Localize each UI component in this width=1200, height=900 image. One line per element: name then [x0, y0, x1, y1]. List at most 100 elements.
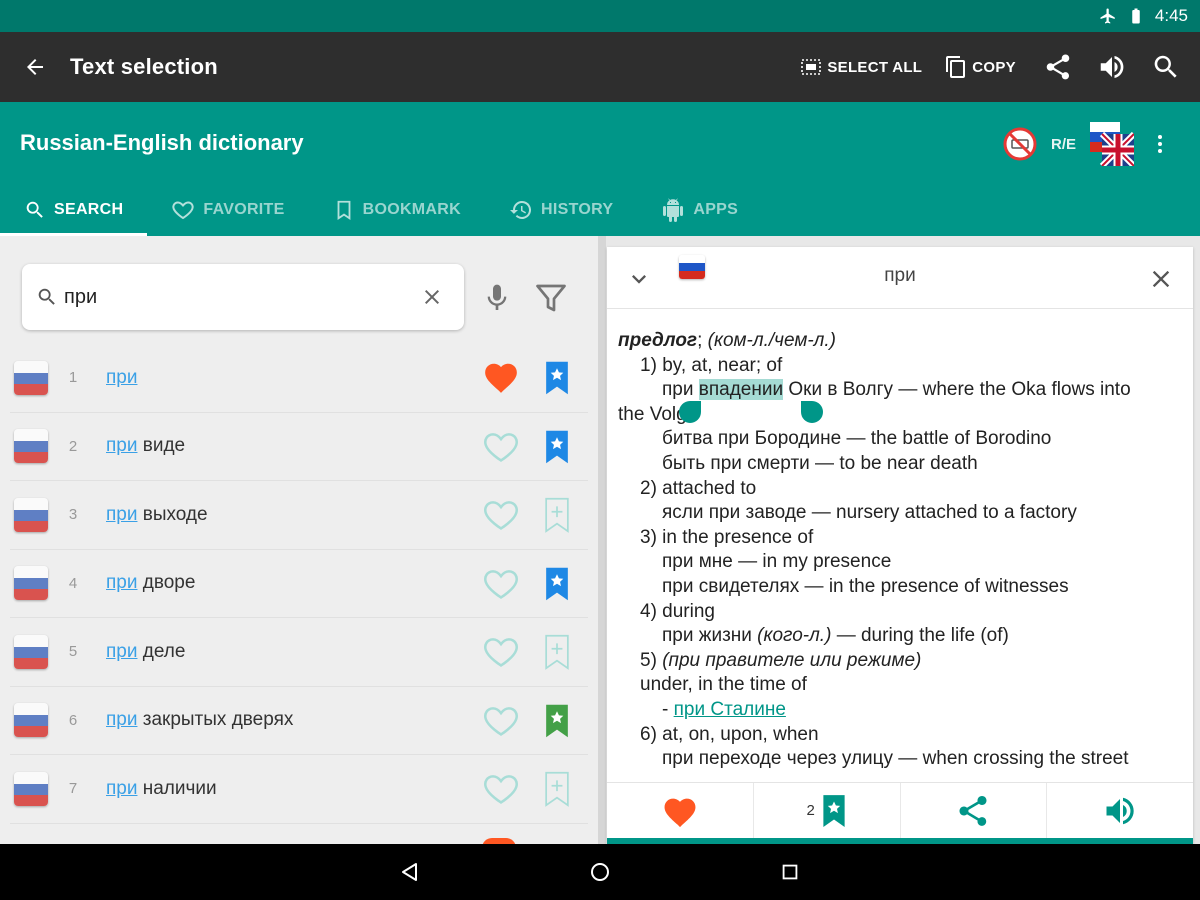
clear-search-button[interactable] — [412, 277, 452, 317]
tab-label: SEARCH — [54, 201, 124, 218]
example-text: при жизни — [662, 625, 758, 647]
share-entry-button[interactable] — [901, 783, 1048, 838]
word-rest: виде — [137, 435, 186, 457]
triangle-back-icon — [402, 863, 417, 881]
volume-icon — [1100, 56, 1124, 78]
bookmark-button[interactable]: 2 — [754, 783, 901, 838]
pos-note: (ком-л./чем-л.) — [707, 330, 836, 351]
bookmark-add-icon[interactable] — [544, 495, 570, 535]
nav-back-button[interactable] — [390, 852, 430, 892]
bookmark-icon[interactable] — [544, 564, 570, 604]
entry-body[interactable]: предлог; (ком-л./чем-л.) 1) by, at, near… — [618, 329, 1188, 779]
heart-outline-icon[interactable] — [482, 496, 520, 534]
tab-label: APPS — [693, 201, 739, 218]
pronounce-button[interactable] — [1047, 783, 1193, 838]
example: битва при Бородине — the battle of Borod… — [662, 428, 1052, 450]
entry-headword: при — [884, 265, 916, 286]
search-button[interactable] — [1146, 47, 1186, 87]
selected-text[interactable]: впадении — [698, 379, 784, 401]
card-header: при — [607, 247, 1193, 309]
result-row[interactable]: 5 при деле — [10, 618, 588, 687]
example-text: при — [662, 379, 699, 401]
favorite-button[interactable] — [607, 783, 754, 838]
tab-bookmark[interactable]: BOOKMARK — [309, 184, 485, 236]
result-number: 4 — [68, 574, 78, 592]
heart-outline-icon[interactable] — [482, 702, 520, 740]
bookmark-add-icon[interactable] — [544, 632, 570, 672]
circle-home-icon — [591, 863, 609, 881]
square-recents-icon — [782, 864, 798, 880]
sense-4: 4) during — [640, 600, 715, 622]
direction-label[interactable]: R/E — [1051, 136, 1076, 153]
search-box[interactable]: при — [22, 264, 464, 330]
select-all-button[interactable]: SELECT ALL — [799, 55, 922, 79]
panel-divider[interactable] — [598, 236, 606, 844]
match-prefix: при — [106, 503, 138, 525]
close-icon[interactable] — [1147, 265, 1175, 293]
language-flags-icon[interactable] — [1090, 122, 1134, 166]
nav-recents-button[interactable] — [770, 852, 810, 892]
share-icon — [1046, 54, 1070, 80]
no-ads-icon[interactable] — [1003, 127, 1037, 161]
tab-history[interactable]: HISTORY — [485, 184, 637, 236]
sense-number: 5) — [640, 649, 657, 671]
heart-outline-icon[interactable] — [482, 565, 520, 603]
russian-flag-icon — [14, 634, 48, 669]
result-row[interactable]: 1 при — [10, 344, 588, 413]
result-row[interactable]: 3 при выходе — [10, 481, 588, 550]
tab-search[interactable]: SEARCH — [0, 184, 148, 236]
bookmark-add-icon[interactable] — [544, 769, 570, 809]
heart-outline-icon[interactable] — [482, 633, 520, 671]
example: при переходе через улицу — when crossing… — [662, 748, 1129, 770]
search-input[interactable]: при — [64, 286, 412, 309]
bookmark-icon — [823, 794, 845, 827]
tab-apps[interactable]: APPS — [637, 184, 762, 236]
nav-home-button[interactable] — [580, 852, 620, 892]
word-rest: дворе — [137, 572, 196, 594]
selection-start-handle[interactable] — [679, 401, 701, 423]
copy-button[interactable]: COPY — [944, 55, 1016, 79]
filter-button[interactable] — [530, 276, 572, 320]
russian-flag-icon — [14, 429, 48, 464]
result-row[interactable]: 2 при виде — [10, 413, 588, 481]
example: при жизни (кого-л.) — during the life (o… — [618, 624, 1188, 649]
tab-label: HISTORY — [541, 201, 614, 218]
share-button[interactable] — [1038, 47, 1078, 87]
more-menu-icon[interactable] — [1148, 129, 1172, 159]
dash: - — [662, 698, 674, 720]
result-row[interactable]: 4 при дворе — [10, 550, 588, 618]
result-number: 6 — [68, 711, 78, 729]
heart-outline-icon[interactable] — [482, 428, 520, 466]
result-row[interactable]: 7 при наличии — [10, 755, 588, 824]
sense-3: 3) in the presence of — [640, 526, 814, 548]
result-row[interactable]: 6 при закрытых дверях — [10, 687, 588, 755]
copy-icon — [946, 56, 966, 78]
bookmark-icon[interactable] — [544, 701, 570, 741]
result-number: 7 — [68, 780, 78, 798]
bookmark-icon[interactable] — [544, 427, 570, 467]
android-icon — [663, 198, 684, 222]
sense-1: 1) by, at, near; of — [618, 354, 1188, 379]
part-of-speech-line: предлог; (ком-л./чем-л.) — [618, 330, 836, 351]
russian-flag-icon — [14, 497, 48, 532]
speaker-button[interactable] — [1092, 47, 1132, 87]
bookmark-icon[interactable] — [544, 358, 570, 398]
selection-end-handle[interactable] — [801, 401, 823, 423]
heart-outline-icon[interactable] — [482, 770, 520, 808]
battery-icon — [1132, 8, 1140, 24]
russian-flag-icon — [14, 360, 48, 395]
cross-reference-link[interactable]: при Сталине — [674, 699, 786, 720]
example: при мне — in my presence — [662, 551, 892, 573]
example: при свидетелях — in the presence of witn… — [662, 575, 1069, 597]
voice-search-button[interactable] — [478, 276, 516, 320]
back-button[interactable] — [0, 32, 70, 102]
bookmark-count: 2 — [806, 802, 815, 819]
result-number: 3 — [68, 506, 78, 524]
search-icon — [1154, 55, 1177, 78]
tab-favorite[interactable]: FAVORITE — [147, 184, 308, 236]
match-prefix: при — [106, 366, 138, 388]
copy-label: COPY — [972, 58, 1016, 76]
heart-icon[interactable] — [482, 359, 520, 397]
action-bar-title: Text selection — [70, 54, 218, 79]
example-note: (кого-л.) — [757, 625, 832, 647]
